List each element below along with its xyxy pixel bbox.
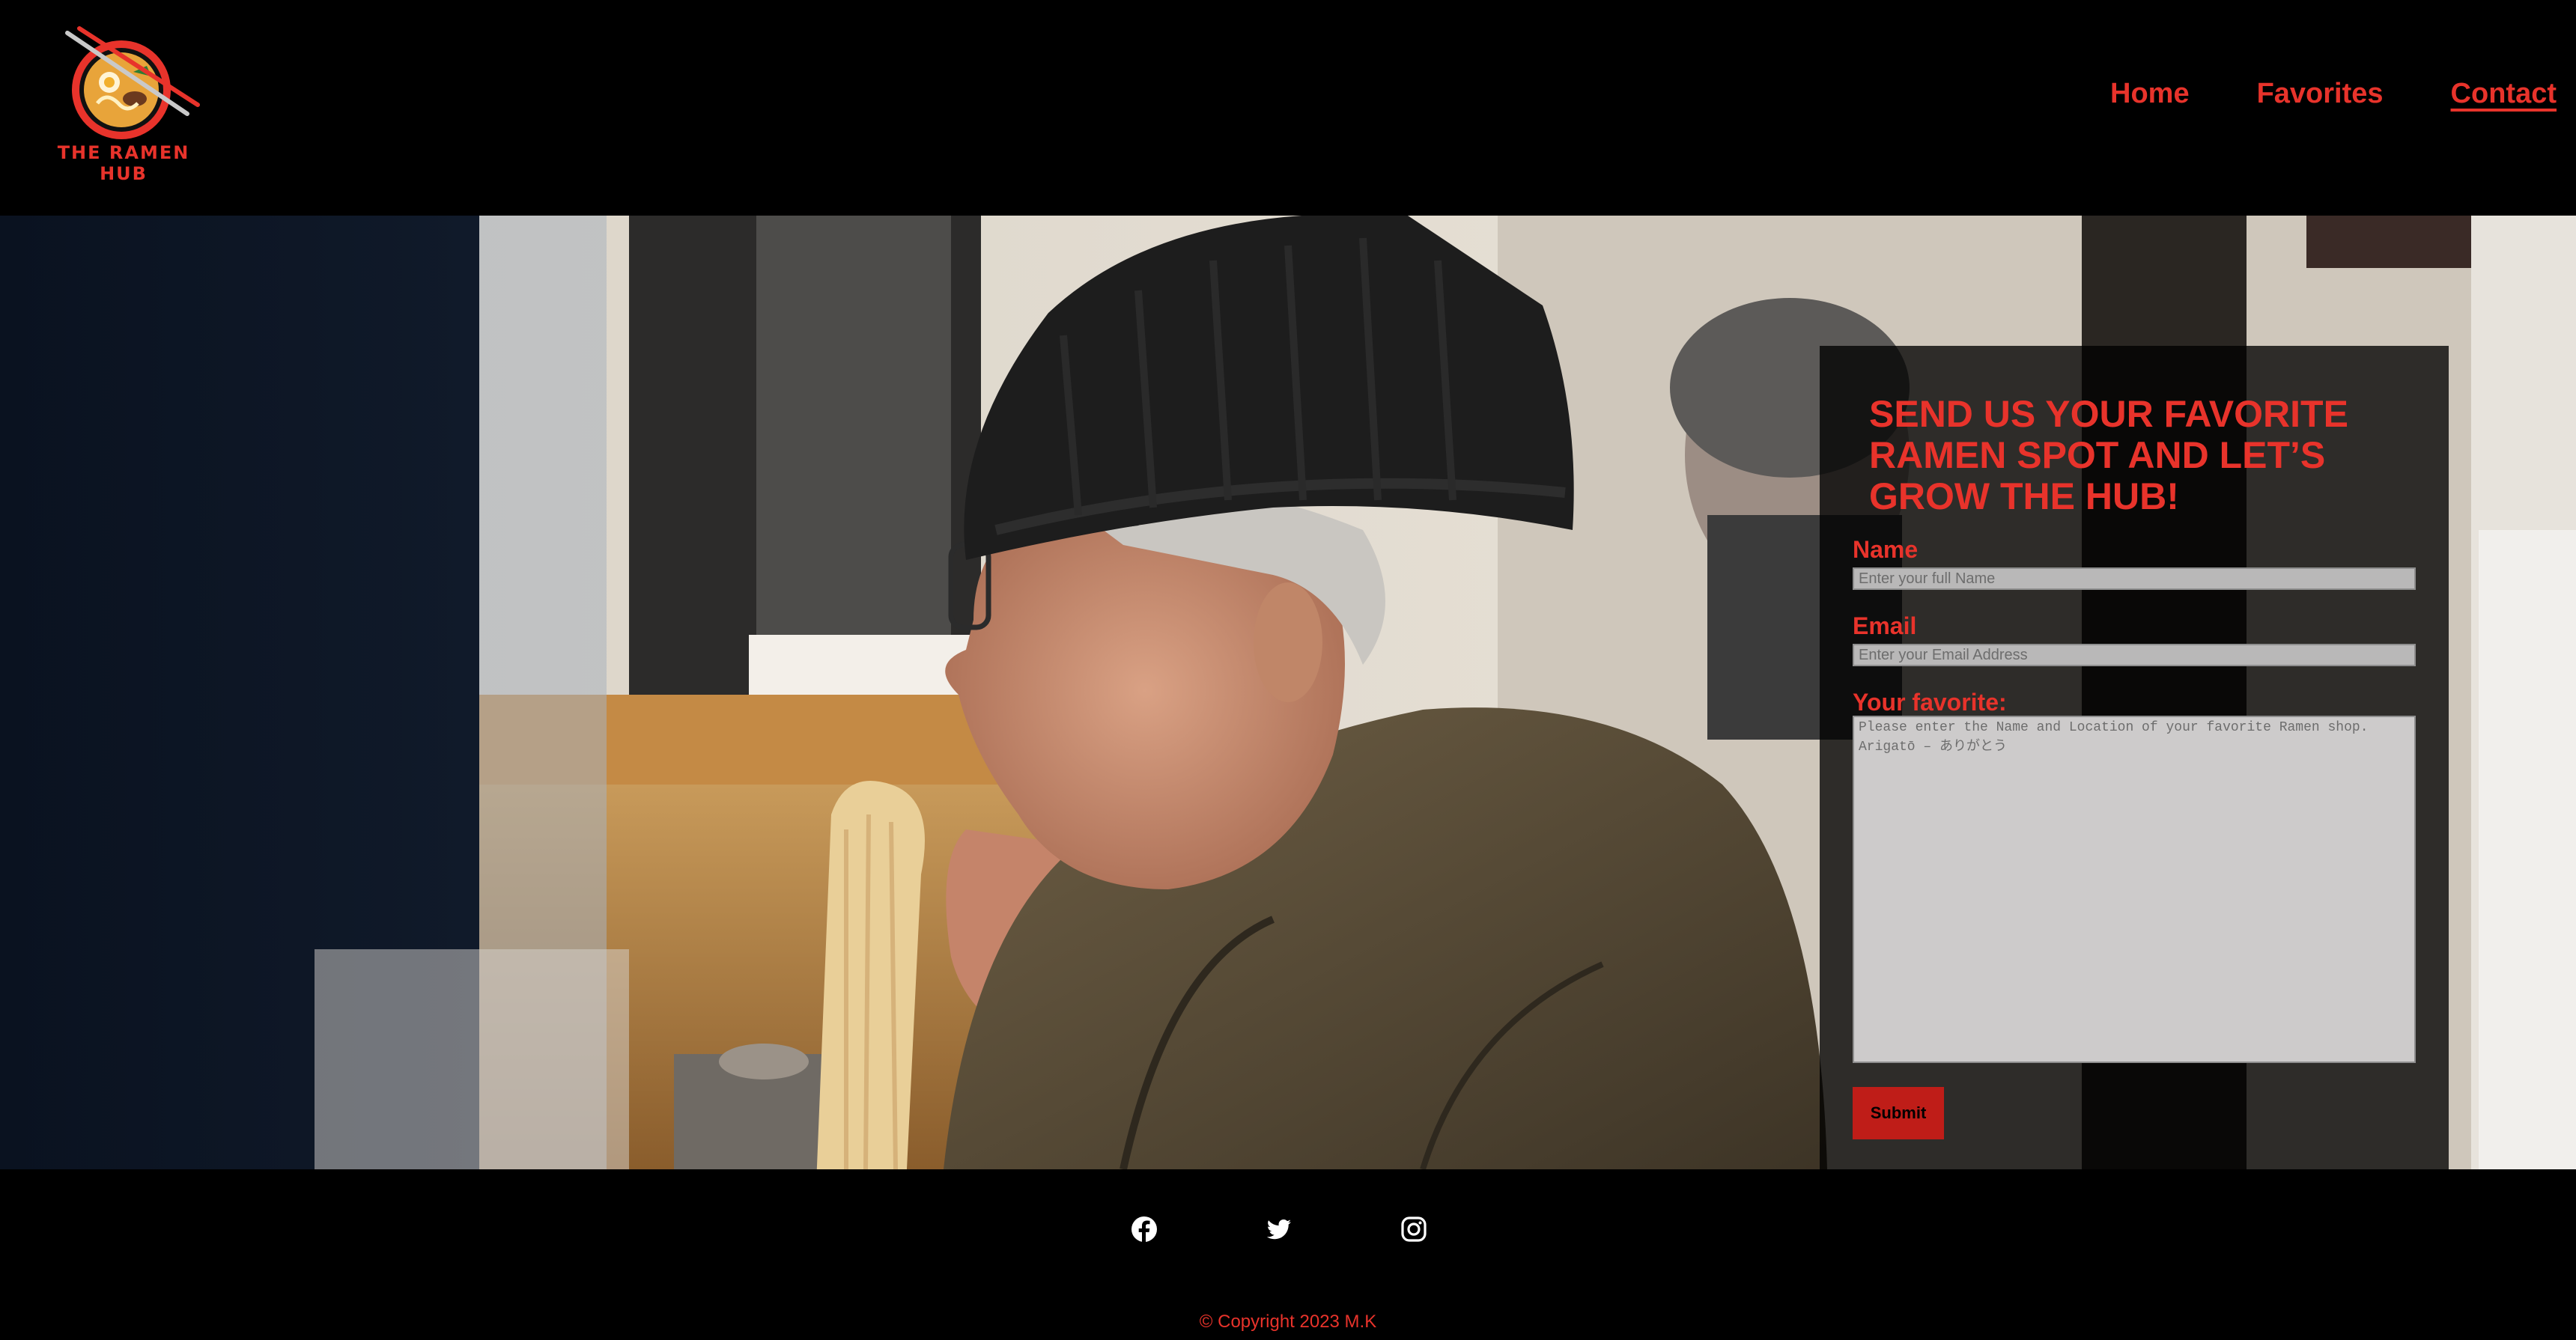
- email-label: Email: [1853, 612, 1917, 639]
- name-input[interactable]: [1853, 567, 2416, 590]
- favorite-form-panel: SEND US YOUR FAVORITE RAMEN SPOT AND LET…: [1820, 346, 2449, 1169]
- submit-button[interactable]: Submit: [1853, 1087, 1944, 1139]
- copyright-text: © Copyright 2023 M.K: [1199, 1312, 1377, 1332]
- ramen-bowl-icon: [65, 26, 200, 139]
- site-header: THE RAMEN HUB Home Favorites Contact: [0, 0, 2576, 216]
- brand-logo[interactable]: THE RAMEN HUB: [37, 25, 210, 184]
- nav-favorites-link[interactable]: Favorites: [2257, 78, 2384, 110]
- nav-home-link[interactable]: Home: [2110, 78, 2190, 110]
- name-label: Name: [1853, 536, 1919, 563]
- nav-contact-link[interactable]: Contact: [2451, 78, 2557, 110]
- site-footer: © Copyright 2023 M.K: [0, 1169, 2576, 1340]
- email-input[interactable]: [1853, 644, 2416, 666]
- twitter-icon[interactable]: [1266, 1216, 1292, 1243]
- favorite-label: Your favorite:: [1853, 689, 2007, 716]
- brand-name: THE RAMEN HUB: [57, 142, 190, 184]
- facebook-icon[interactable]: [1131, 1216, 1158, 1243]
- main-nav: Home Favorites Contact: [2110, 78, 2557, 110]
- social-links: [1131, 1216, 1427, 1243]
- favorite-textarea[interactable]: [1853, 716, 2416, 1063]
- instagram-icon[interactable]: [1400, 1216, 1427, 1243]
- form-title: SEND US YOUR FAVORITE RAMEN SPOT AND LET…: [1869, 393, 2348, 517]
